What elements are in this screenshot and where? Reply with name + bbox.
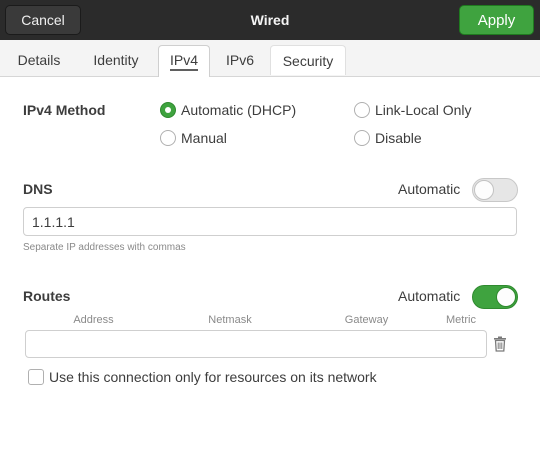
radio-link-local-only[interactable] [354,102,370,118]
route-netmask-input[interactable] [162,330,299,358]
dns-hint: Separate IP addresses with commas [23,242,186,253]
delete-route-button[interactable] [488,330,512,358]
trash-icon [494,336,506,352]
routes-automatic-label: Automatic [398,288,461,304]
radio-disable[interactable] [354,130,370,146]
ipv4-method-label: IPv4 Method [23,102,106,118]
routes-automatic-switch[interactable] [472,285,518,309]
dns-input[interactable]: 1.1.1.1 [23,207,517,236]
radio-automatic-dhcp[interactable] [160,102,176,118]
column-header-metric: Metric [446,314,476,326]
cancel-button[interactable]: Cancel [5,5,81,35]
tab-ipv6[interactable]: IPv6 [214,45,266,75]
column-header-gateway: Gateway [344,314,389,326]
dns-automatic-label: Automatic [398,181,461,197]
route-metric-input[interactable] [435,330,487,358]
tab-identity[interactable]: Identity [80,45,152,75]
header-bar: Cancel Wired Apply [0,0,540,40]
radio-manual[interactable] [160,130,176,146]
radio-disable-label[interactable]: Disable [375,130,422,146]
tab-security[interactable]: Security [270,45,346,75]
route-gateway-input[interactable] [298,330,436,358]
tab-details[interactable]: Details [7,45,71,75]
only-network-checkbox[interactable] [28,369,44,385]
column-header-netmask: Netmask [208,314,252,326]
routes-label: Routes [23,288,71,304]
radio-automatic-dhcp-label[interactable]: Automatic (DHCP) [181,102,296,118]
dns-automatic-switch[interactable] [472,178,518,202]
route-address-input[interactable] [25,330,163,358]
tab-ipv4-label: IPv4 [169,52,198,71]
tab-bar: Details Identity IPv4 IPv6 Security [0,40,540,77]
tab-ipv4[interactable]: IPv4 [158,45,210,77]
column-header-address: Address [73,314,114,326]
switch-knob [474,180,494,200]
radio-manual-label[interactable]: Manual [181,130,227,146]
only-network-label[interactable]: Use this connection only for resources o… [49,369,377,385]
radio-link-local-only-label[interactable]: Link-Local Only [375,102,472,118]
switch-knob [496,287,516,307]
apply-button[interactable]: Apply [459,5,534,35]
dns-label: DNS [23,181,53,197]
